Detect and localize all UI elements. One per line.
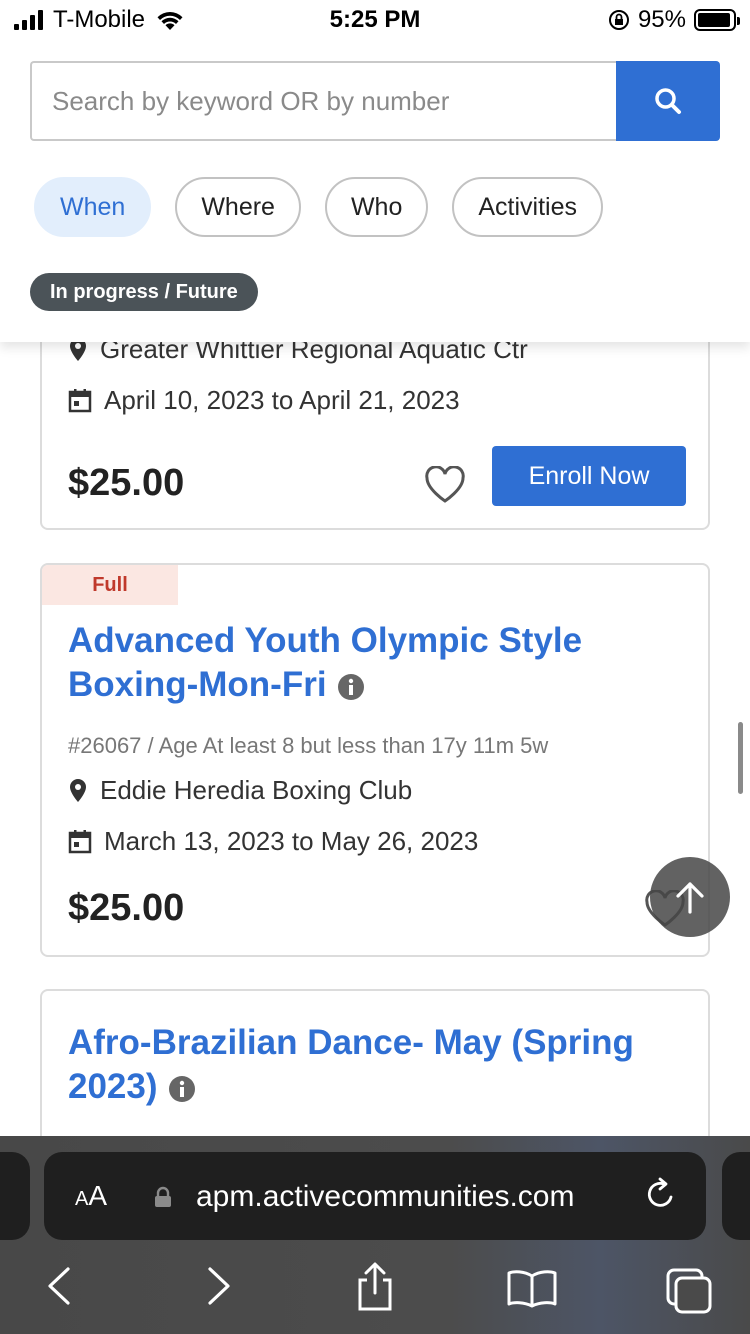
browser-toolbar: AA apm.activecommunities.com: [0, 1136, 750, 1334]
info-icon[interactable]: [168, 1075, 196, 1103]
program-meta: #26067 / Age At least 8 but less than 17…: [68, 733, 548, 759]
address-bar[interactable]: AA apm.activecommunities.com: [44, 1152, 706, 1240]
price: $25.00: [68, 887, 185, 929]
program-title-text[interactable]: Afro-Brazilian Dance- May (Spring 2023): [68, 1023, 634, 1106]
lock-icon: [155, 1186, 171, 1207]
status-right: 95%: [608, 6, 740, 34]
active-filter-tag[interactable]: In progress / Future: [30, 273, 258, 311]
location-row: Eddie Heredia Boxing Club: [68, 775, 412, 806]
favorite-heart-icon[interactable]: [424, 466, 466, 504]
program-title-text[interactable]: Advanced Youth Olympic Style Boxing-Mon-…: [68, 621, 582, 704]
location-pin-icon: [70, 778, 86, 802]
date-row: April 10, 2023 to April 21, 2023: [68, 385, 460, 416]
date-text: March 13, 2023 to May 26, 2023: [104, 826, 479, 856]
bookmarks-icon[interactable]: [506, 1268, 558, 1308]
url-text[interactable]: apm.activecommunities.com: [196, 1180, 574, 1214]
location-text: Eddie Heredia Boxing Club: [100, 775, 413, 805]
filter-chip-activities[interactable]: Activities: [452, 177, 603, 237]
search-button[interactable]: [616, 61, 720, 141]
status-badge: Full: [42, 565, 178, 605]
search-icon: [655, 88, 681, 114]
price: $25.00: [68, 462, 185, 504]
date-text: April 10, 2023 to April 21, 2023: [104, 385, 460, 415]
back-icon[interactable]: [46, 1266, 72, 1306]
program-card: Full Advanced Youth Olympic Style Boxing…: [40, 563, 710, 957]
search-input[interactable]: [30, 61, 616, 141]
program-number: #26067: [68, 733, 142, 758]
forward-icon[interactable]: [206, 1266, 232, 1306]
filter-chip-where[interactable]: Where: [175, 177, 301, 237]
back-to-top-button[interactable]: [650, 857, 730, 937]
share-icon[interactable]: [354, 1262, 396, 1312]
program-age: Age At least 8 but less than 17y 11m 5w: [158, 733, 549, 758]
orientation-lock-icon: [608, 10, 629, 30]
info-icon[interactable]: [337, 673, 365, 701]
filter-chip-who[interactable]: Who: [324, 177, 429, 237]
tabs-icon[interactable]: [664, 1266, 714, 1314]
search-filter-header: When Where Who Activities In progress / …: [0, 40, 750, 342]
calendar-icon: [68, 388, 92, 412]
next-tab-peek[interactable]: [722, 1152, 750, 1240]
text-size-button[interactable]: AA: [75, 1180, 107, 1212]
reload-icon[interactable]: [644, 1176, 678, 1212]
scroll-indicator[interactable]: [738, 722, 743, 794]
enroll-now-button[interactable]: Enroll Now: [492, 446, 686, 506]
battery-icon: [694, 9, 740, 31]
calendar-icon: [68, 829, 92, 853]
program-title[interactable]: Advanced Youth Olympic Style Boxing-Mon-…: [68, 619, 688, 707]
program-title[interactable]: Afro-Brazilian Dance- May (Spring 2023): [68, 1021, 688, 1109]
arrow-up-icon: [676, 882, 704, 914]
filter-chip-when[interactable]: When: [34, 177, 152, 237]
filter-chips: When Where Who Activities: [34, 177, 603, 237]
search-bar: [30, 61, 720, 141]
previous-tab-peek[interactable]: [0, 1152, 30, 1240]
status-bar: T-Mobile 5:25 PM 95%: [0, 0, 750, 40]
date-row: March 13, 2023 to May 26, 2023: [68, 826, 478, 857]
battery-percent: 95%: [637, 6, 686, 33]
meta-separator: /: [147, 733, 159, 758]
